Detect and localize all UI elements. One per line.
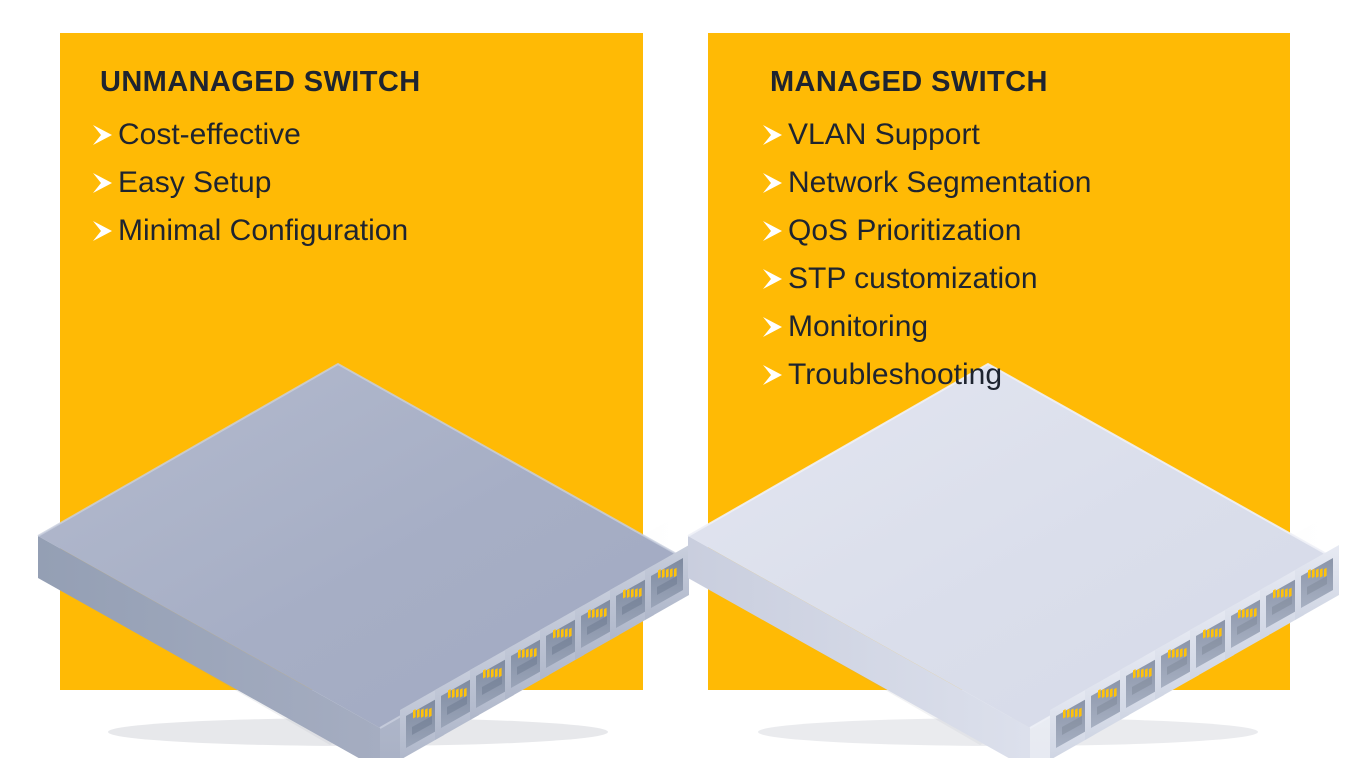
unmanaged-card-text: UNMANAGED SWITCH Cost-effective Easy Set… (92, 68, 421, 255)
unmanaged-switch-top-face (38, 364, 680, 728)
unmanaged-switch-illustration (37, 362, 689, 758)
chevron-right-icon (763, 173, 782, 193)
chevron-right-icon (763, 269, 782, 289)
feature-label: Network Segmentation (788, 166, 1092, 199)
chevron-right-icon (93, 221, 112, 241)
chevron-right-icon (763, 221, 782, 241)
chevron-right-icon (93, 173, 112, 193)
chevron-right-icon (93, 125, 112, 145)
feature-list-item: Easy Setup (92, 159, 421, 207)
feature-list-item: Troubleshooting (762, 351, 1092, 399)
feature-label: Cost-effective (118, 118, 301, 151)
managed-card-text: MANAGED SWITCH VLAN Support Network Segm… (762, 68, 1092, 399)
feature-label: QoS Prioritization (788, 214, 1022, 247)
feature-label: VLAN Support (788, 118, 980, 151)
feature-list-item: Network Segmentation (762, 159, 1092, 207)
feature-list-item: STP customization (762, 255, 1092, 303)
chevron-right-icon (763, 317, 782, 337)
feature-list-item: Cost-effective (92, 111, 421, 159)
feature-list-item: QoS Prioritization (762, 207, 1092, 255)
managed-switch-top-face (688, 364, 1330, 728)
infographic-canvas: UNMANAGED SWITCH Cost-effective Easy Set… (0, 0, 1365, 778)
feature-list-item: Minimal Configuration (92, 207, 421, 255)
chevron-right-icon (763, 125, 782, 145)
feature-label: Easy Setup (118, 166, 272, 199)
feature-label: STP customization (788, 262, 1038, 295)
feature-label: Troubleshooting (788, 358, 1003, 391)
unmanaged-card-title: UNMANAGED SWITCH (100, 66, 421, 98)
feature-label: Monitoring (788, 310, 929, 343)
chevron-right-icon (763, 365, 782, 385)
feature-label: Minimal Configuration (118, 214, 409, 247)
feature-list-item: Monitoring (762, 303, 1092, 351)
managed-card-title: MANAGED SWITCH (770, 66, 1048, 98)
feature-list-item: VLAN Support (762, 111, 1092, 159)
managed-feature-list: VLAN Support Network Segmentation QoS Pr… (762, 111, 1092, 399)
unmanaged-feature-list: Cost-effective Easy Setup Minimal Config… (92, 111, 421, 255)
